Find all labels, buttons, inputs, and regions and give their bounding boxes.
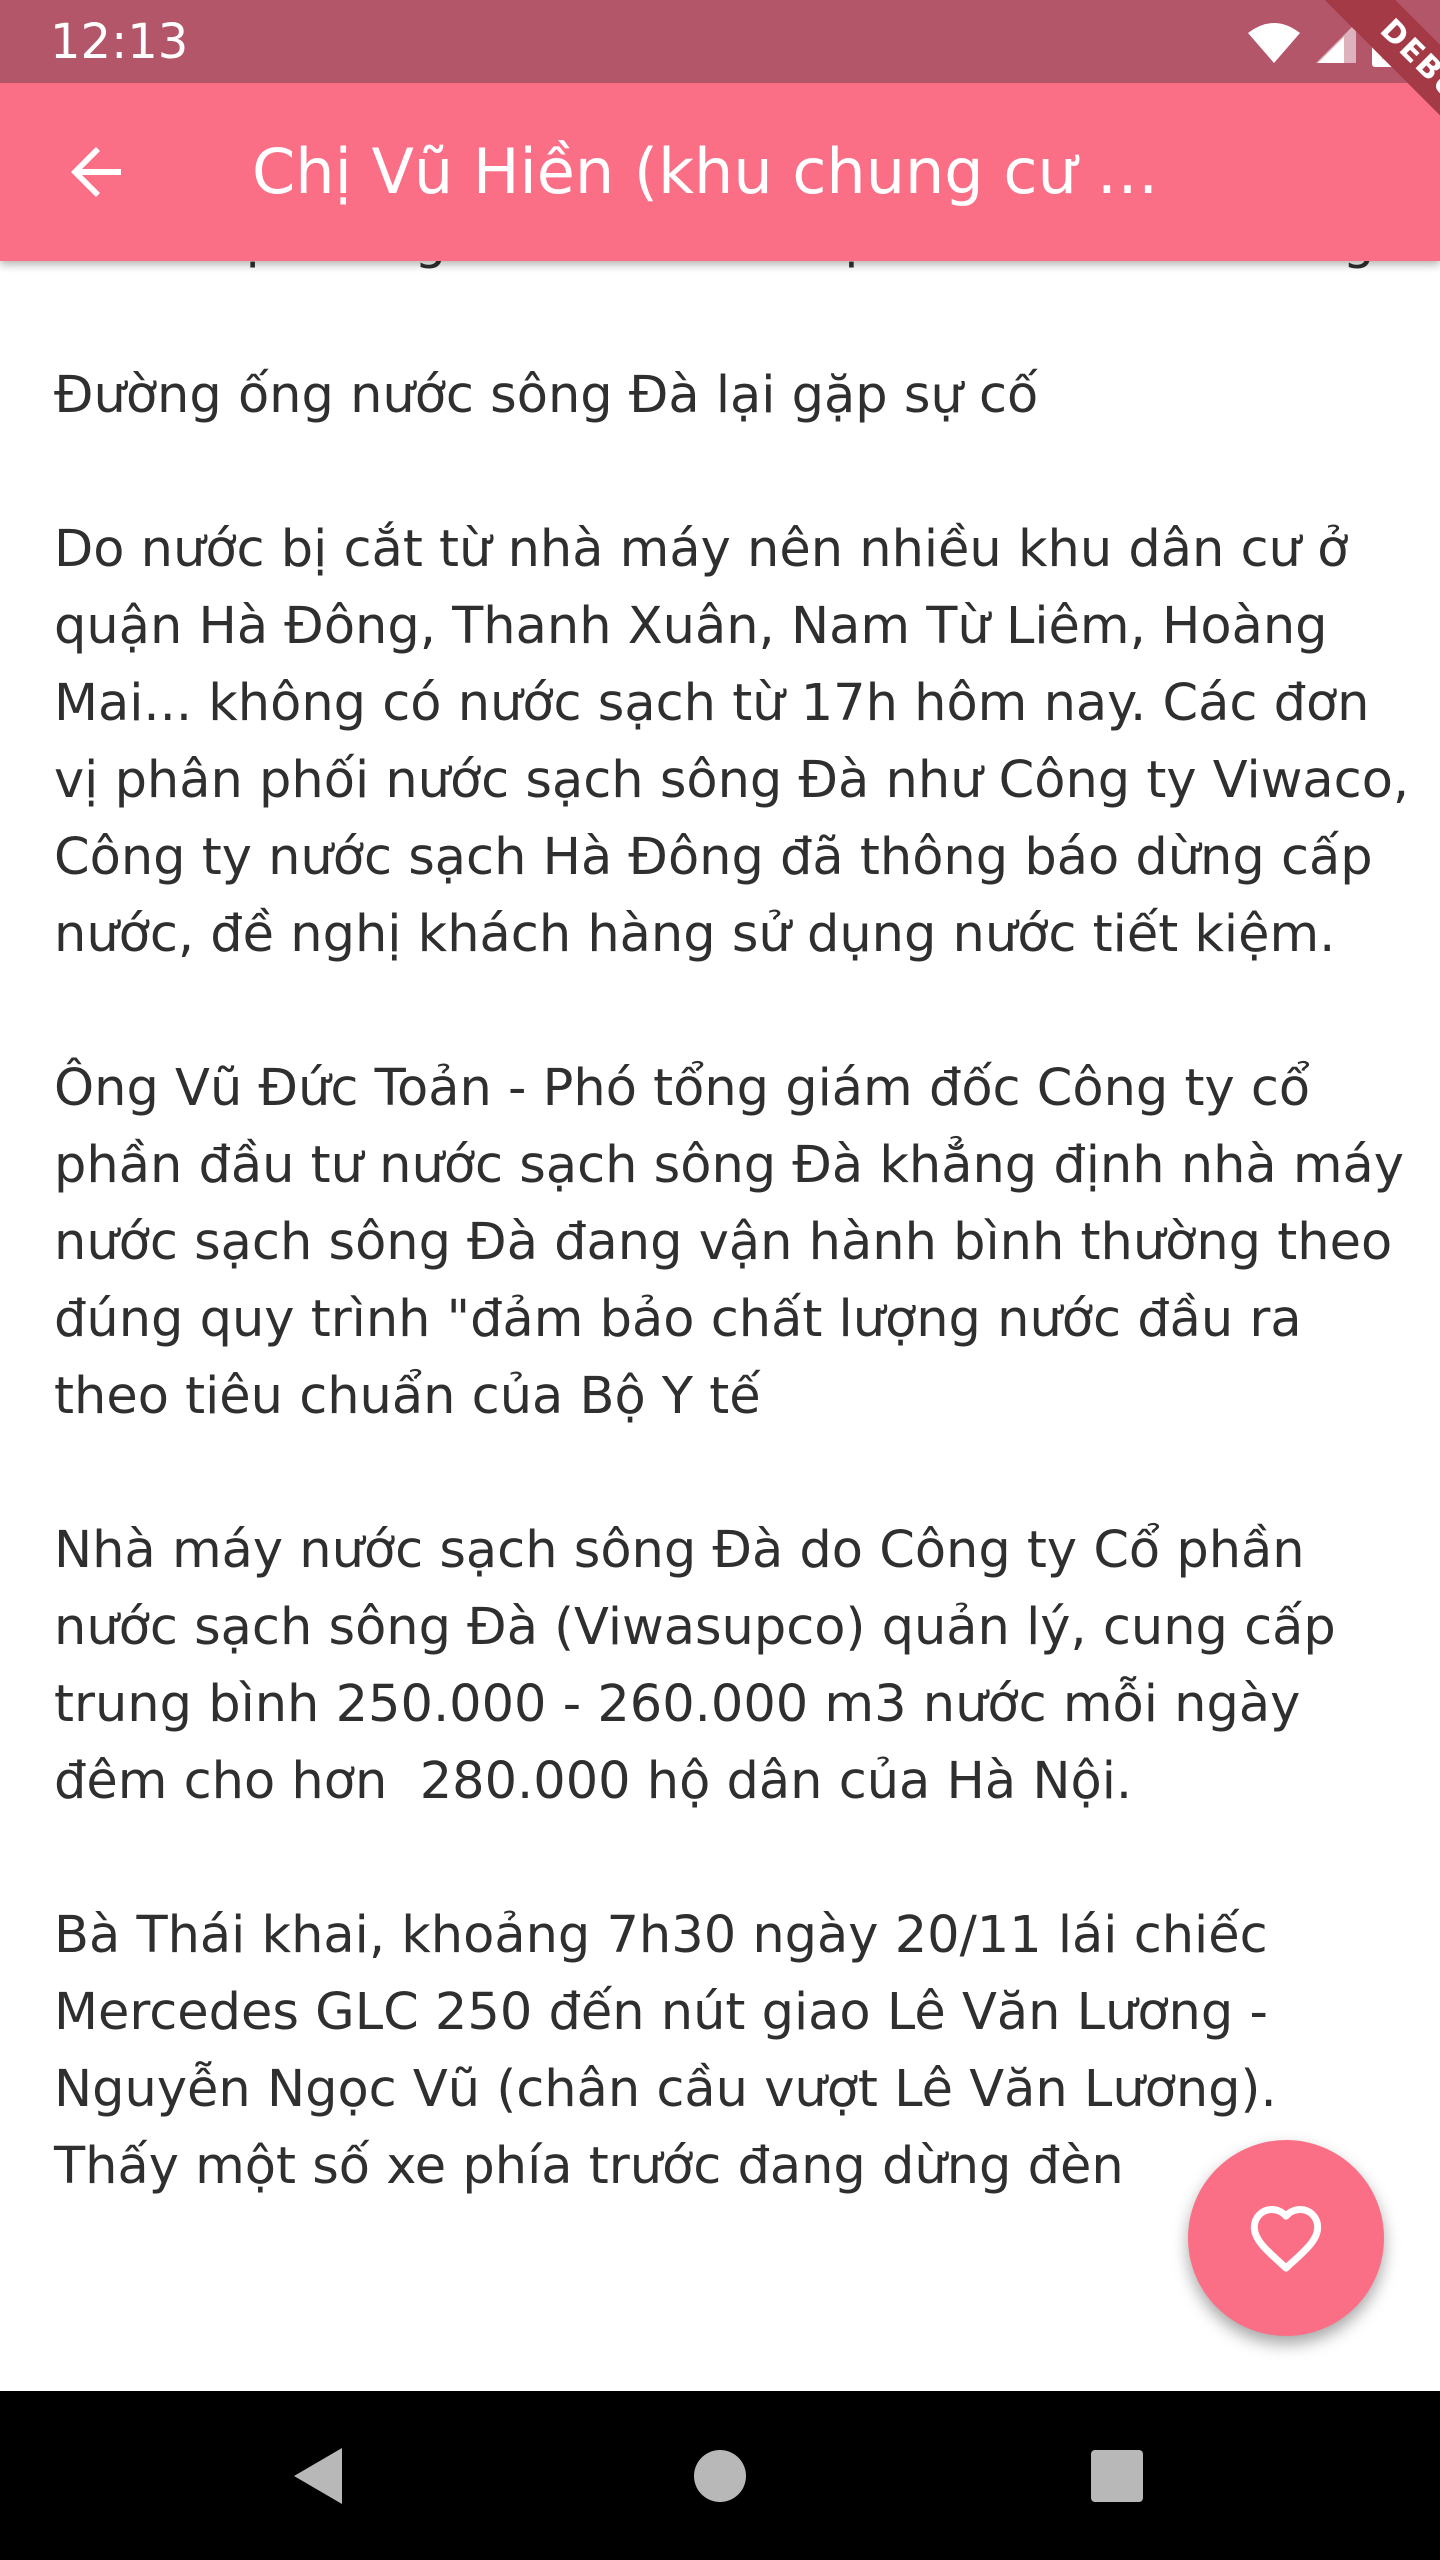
status-bar: 12:13 [0, 0, 1440, 83]
arrow-left-icon [71, 147, 121, 197]
app-bar: Chị Vũ Hiền (khu chung cư … [0, 83, 1440, 261]
system-nav-bar [0, 2391, 1440, 2560]
back-button[interactable] [42, 128, 152, 216]
article-text: sinh hoạt của gia đình có mùi lạ. Ảnh: T… [54, 261, 1414, 2282]
nav-recents-button[interactable] [1067, 2426, 1167, 2526]
article-paragraph: sinh hoạt của gia đình có mùi lạ. Ảnh: T… [54, 261, 1414, 280]
heart-outline-icon [1250, 2206, 1322, 2272]
recents-square-icon [1091, 2450, 1143, 2502]
wifi-icon [1248, 23, 1300, 63]
status-time: 12:13 [50, 14, 189, 70]
nav-back-button[interactable] [268, 2426, 368, 2526]
cellular-signal-icon [1316, 23, 1356, 63]
article-paragraph: Nhà máy nước sạch sông Đà do Công ty Cổ … [54, 1521, 1352, 1811]
status-icons [1246, 18, 1400, 68]
nav-home-button[interactable] [670, 2426, 770, 2526]
article-paragraph: Do nước bị cắt từ nhà máy nên nhiều khu … [54, 520, 1426, 964]
page-title: Chị Vũ Hiền (khu chung cư … [252, 135, 1159, 208]
article-paragraph: Bà Thái khai, khoảng 7h30 ngày 20/11 lái… [54, 1906, 1293, 2196]
article-paragraph: Đường ống nước sông Đà lại gặp sự cố [54, 366, 1039, 425]
article-paragraph: Ông Vũ Đức Toản - Phó tổng giám đốc Công… [54, 1059, 1421, 1426]
back-triangle-icon [294, 2448, 342, 2504]
home-circle-icon [694, 2450, 746, 2502]
favorite-button[interactable] [1188, 2140, 1384, 2336]
article-body[interactable]: sinh hoạt của gia đình có mùi lạ. Ảnh: T… [0, 261, 1440, 2391]
battery-icon [1372, 18, 1398, 67]
